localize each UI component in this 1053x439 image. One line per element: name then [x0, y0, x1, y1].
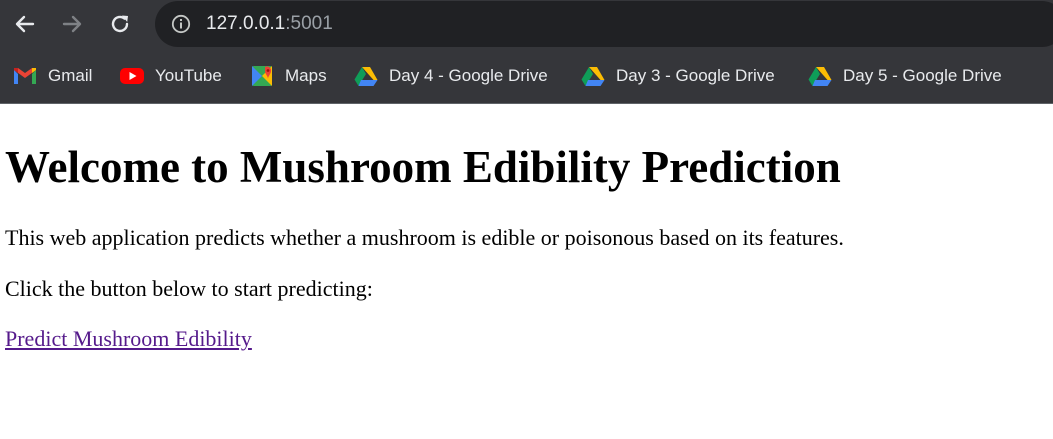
bookmark-label: Gmail	[48, 66, 93, 85]
predict-mushroom-link[interactable]: Predict Mushroom Edibility	[5, 326, 252, 352]
bookmark-gmail[interactable]: Gmail	[13, 63, 92, 89]
bookmark-day4-drive[interactable]: Day 4 - Google Drive	[354, 63, 548, 89]
address-bar[interactable]: 127.0.0.1:5001	[155, 1, 1053, 47]
bookmark-label: Day 5 - Google Drive	[843, 66, 1002, 85]
google-drive-icon	[581, 66, 605, 86]
page-title: Welcome to Mushroom Edibility Prediction	[5, 142, 841, 192]
back-arrow-icon	[15, 15, 35, 33]
page-content: Welcome to Mushroom Edibility Prediction…	[0, 104, 1053, 439]
bookmark-label: Day 3 - Google Drive	[616, 66, 775, 85]
browser-toolbar: 127.0.0.1:5001	[0, 0, 1053, 48]
maps-icon	[250, 66, 274, 86]
bookmark-label: YouTube	[155, 66, 222, 85]
url-text[interactable]: 127.0.0.1:5001	[206, 12, 333, 36]
site-info-icon[interactable]	[171, 14, 191, 34]
youtube-icon	[120, 66, 144, 86]
bookmark-youtube[interactable]: YouTube	[120, 63, 222, 89]
bookmark-label: Day 4 - Google Drive	[389, 66, 548, 85]
url-port: :5001	[285, 13, 333, 34]
forward-arrow-icon	[62, 15, 82, 33]
browser-chrome: 127.0.0.1:5001 Gmail YouTube Maps Day 4 …	[0, 0, 1053, 104]
bookmark-day3-drive[interactable]: Day 3 - Google Drive	[581, 63, 775, 89]
page-description: This web application predicts whether a …	[5, 225, 844, 250]
reload-icon	[111, 15, 129, 33]
bookmark-maps[interactable]: Maps	[250, 63, 327, 89]
cta-instruction: Click the button below to start predicti…	[5, 276, 373, 301]
bookmarks-bar: Gmail YouTube Maps Day 4 - Google Drive …	[0, 48, 1053, 103]
back-button[interactable]	[11, 10, 39, 38]
google-drive-icon	[354, 66, 378, 86]
url-host: 127.0.0.1	[206, 13, 286, 34]
bookmark-label: Maps	[285, 66, 327, 85]
gmail-icon	[13, 66, 37, 86]
forward-button[interactable]	[58, 10, 86, 38]
google-drive-icon	[808, 66, 832, 86]
reload-button[interactable]	[106, 10, 134, 38]
bookmark-day5-drive[interactable]: Day 5 - Google Drive	[808, 63, 1002, 89]
